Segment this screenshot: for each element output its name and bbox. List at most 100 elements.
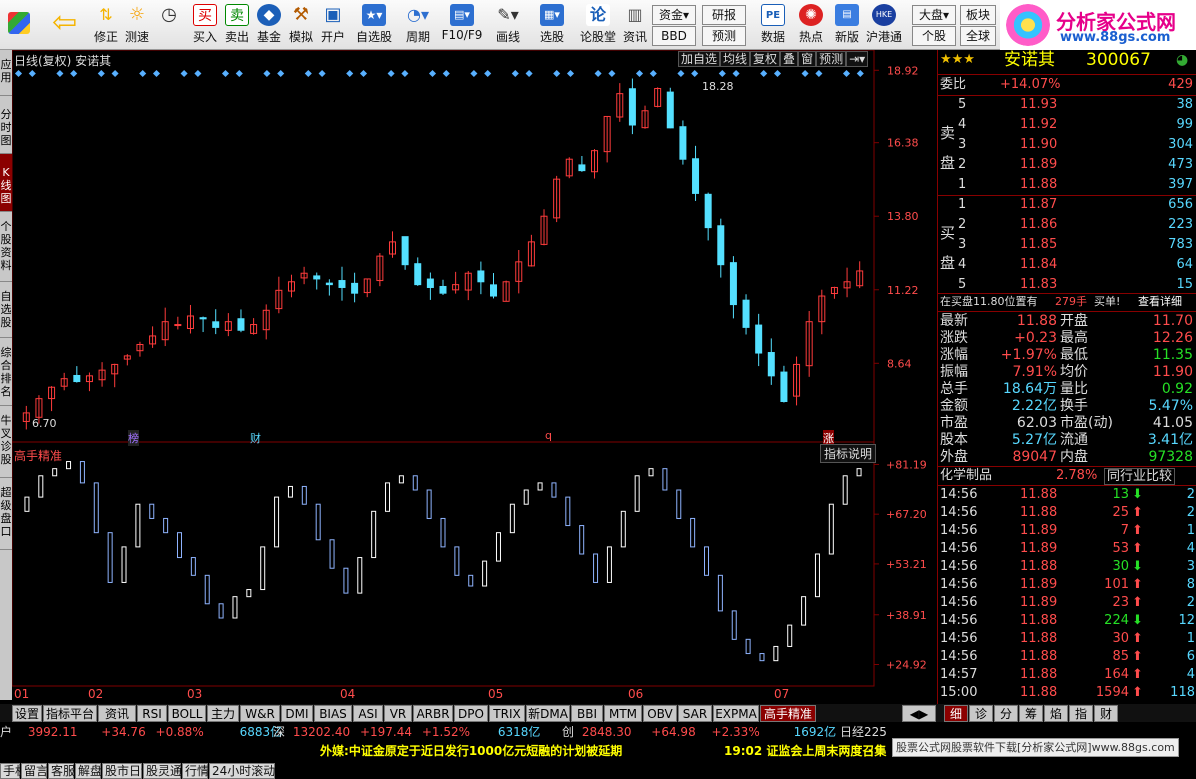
indicator-tab[interactable]: 资讯 [98,705,136,722]
new-version-button[interactable]: ▤ 新版 [830,2,864,48]
indicator-tab[interactable]: BOLL [168,705,206,722]
stock-screen-button[interactable]: ▦▾ 选股 [534,2,570,48]
indicator-tab[interactable]: ASI [353,705,383,722]
speedtest-button[interactable]: ☼ 测速 [122,2,152,48]
back-arrow-icon[interactable]: ⇦ [44,2,84,48]
global-button[interactable]: 全球 [960,26,996,46]
hk-connect-button[interactable]: HKE 沪港通 [864,2,904,48]
forecast-chart-button[interactable]: 预测 [816,51,847,67]
indicator-tab[interactable]: RSI [137,705,167,722]
status-button[interactable]: 解盘 [75,763,102,779]
vtab-diagnose[interactable]: 牛叉诊股 [0,406,12,478]
bbd-button[interactable]: BBD [652,26,696,46]
news-ticker[interactable]: 外媒:中证金原定于近日发行1000亿元短融的计划被延期 [320,743,622,760]
status-button[interactable]: 股灵通 [143,763,182,779]
sell-button[interactable]: 卖卖出 [222,2,252,48]
indicator-tab[interactable]: 新DMA [526,705,570,722]
indicator-tab[interactable]: VR [384,705,412,722]
indicator-tab[interactable]: 主力 [207,705,239,722]
indicator-tab[interactable]: DPO [454,705,488,722]
research-button[interactable]: 研报 [702,5,746,25]
window-button[interactable]: 窗 [798,51,817,67]
watchlist-button[interactable]: ★▾ 自选股 [354,2,394,48]
indicator-tab[interactable]: 设置 [12,705,42,722]
indicator-tab[interactable]: TRIX [489,705,525,722]
vtab-kline[interactable]: K线图 [0,154,12,212]
ma-button[interactable]: 均线 [720,51,751,67]
marker-bang[interactable]: 榜 [128,430,139,446]
period-button[interactable]: ◔▾ 周期 [400,2,436,48]
tick-time: 14:56 [940,649,978,664]
vtab-intraday[interactable]: 分时图 [0,96,12,154]
industry-compare-button[interactable]: 同行业比较 [1104,468,1176,485]
buy-button[interactable]: 买买入 [190,2,220,48]
sz-index[interactable]: 深 13202.40 +197.44 +1.52% 6318亿 [273,724,540,741]
fund-button[interactable]: ◆ 基金 [254,2,284,48]
draw-line-button[interactable]: ✎▾ 画线 [490,2,526,48]
indicator-tab[interactable]: 指标平台 [43,705,97,722]
vtab-watchlist[interactable]: 自选股 [0,282,12,338]
status-button[interactable]: 24小时滚动 [209,763,275,779]
quote-tab[interactable]: 焰 [1044,705,1068,722]
hot-button[interactable]: ✺ 热点 [794,2,828,48]
quote-tab[interactable]: 财 [1094,705,1118,722]
view-detail-link[interactable]: 查看详细 [1138,293,1182,311]
quote-tab[interactable]: 筹 [1019,705,1043,722]
stat-row: 涨跌 +0.23 最高 12.26 [940,330,1193,346]
vtab-apps[interactable]: 应用 [0,50,12,96]
marker-q[interactable]: q [545,429,552,442]
marker-cai[interactable]: 财 [250,430,261,446]
indicator-tab[interactable]: EXPMA [713,705,759,722]
indicator-tab[interactable]: W&R [240,705,280,722]
status-button[interactable]: 行情 [182,763,209,779]
status-button[interactable]: 股市日记 [102,763,153,779]
pin-icon[interactable]: ⇥▾ [846,51,869,67]
forecast-button[interactable]: 预测 [702,26,746,46]
cy-index[interactable]: 创 2848.30 +64.98 +2.33% 1692亿 日经225 [562,724,887,741]
individual-button[interactable]: 个股 [912,26,956,46]
indicator-tab[interactable]: OBV [643,705,677,722]
adjust-button[interactable]: 复权 [750,51,781,67]
sh-index[interactable]: 户 3992.11 +34.76 +0.88% 6883亿 [0,724,282,741]
vtab-profile[interactable]: 个股资料 [0,212,12,282]
indicator-tab[interactable]: ARBR [413,705,453,722]
vtab-ranking[interactable]: 综合排名 [0,338,12,406]
kline-svg[interactable]: 18.92 16.38 13.80 11.22 8.64 +81.19 +67.20 +53.… [12,50,937,704]
status-button[interactable]: 手机 [0,763,27,779]
vtab-super-quote[interactable]: 超级盘口 [0,478,12,550]
clock-button[interactable]: ◷ [154,2,184,48]
revise-button[interactable]: ⇅ 修正 [90,2,122,48]
indicator-tab[interactable]: BBI [571,705,603,722]
indicator-tab[interactable]: DMI [281,705,313,722]
quote-tab[interactable]: 分 [994,705,1018,722]
news-button[interactable]: ▥ 资讯 [620,2,650,48]
capital-dropdown[interactable]: 资金▾ [652,5,696,25]
open-account-button[interactable]: ▣ 开户 [318,2,348,48]
quote-tab[interactable]: 诊 [969,705,993,722]
forum-button[interactable]: 论论股堂 [578,2,618,48]
indicator-tab[interactable]: SAR [678,705,712,722]
market-dropdown[interactable]: 大盘▾ [912,5,956,25]
f10-button[interactable]: ▤▾ F10/F9 [440,2,484,48]
indicator-tab[interactable]: BIAS [314,705,352,722]
footer-link[interactable]: 股票公式网股票软件下载[分析家公式网]www.88gs.com [892,738,1179,757]
grid-icon[interactable] [4,2,34,48]
indicator-tab[interactable]: MTM [604,705,642,722]
globe-icon[interactable]: ◕ [1176,51,1188,69]
add-watch-button[interactable]: 加自选 [678,51,721,67]
kline-chart-area[interactable]: 18.92 16.38 13.80 11.22 8.64 +81.19 +67.20 +53.… [12,50,937,704]
signal-diamond [856,69,864,78]
tab-scroll-arrows-icon[interactable]: ◀▶ [902,705,936,722]
quote-tab[interactable]: 细 [944,705,968,722]
indicator-tab[interactable]: 高手精准 [760,705,816,722]
overlay-button[interactable]: 叠 [780,51,799,67]
status-button[interactable]: 客服 [48,763,75,779]
simulate-button[interactable]: ⚒ 模拟 [286,2,316,48]
indicator-help-button[interactable]: 指标说明 [820,444,877,463]
status-button[interactable]: 留言 [21,763,48,779]
data-button[interactable]: PE 数据 [754,2,792,48]
news-ticker-2[interactable]: 19:02 证监会上周末两度召集 [724,743,886,760]
candle-body [578,164,586,172]
quote-tab[interactable]: 指 [1069,705,1093,722]
sector-button[interactable]: 板块 [960,5,996,25]
